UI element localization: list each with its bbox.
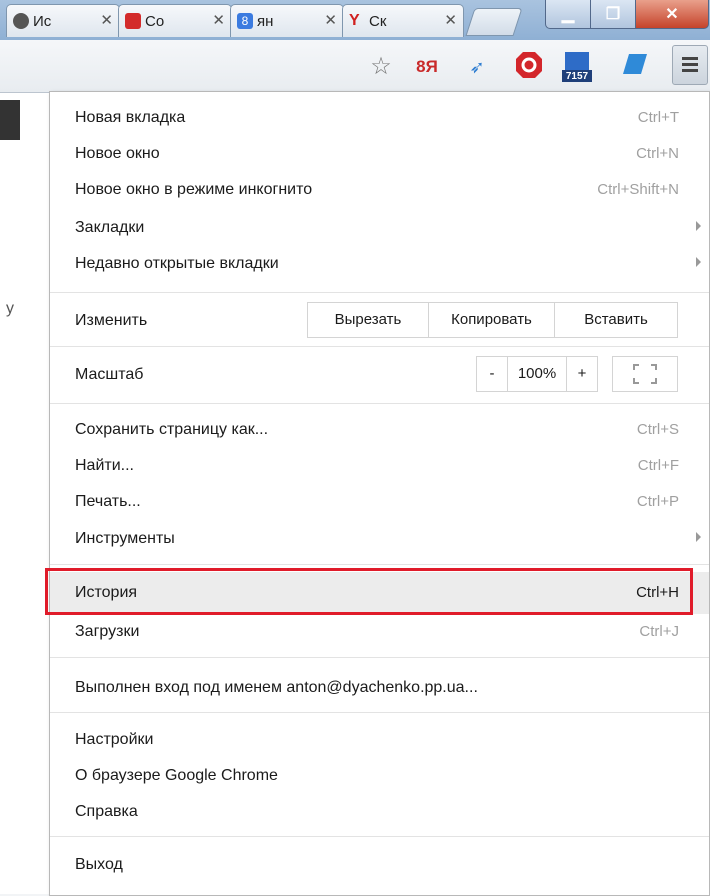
menu-item-about[interactable]: О браузере Google Chrome — [50, 758, 709, 794]
yandex-bookmarks-icon[interactable]: 8Я — [410, 50, 444, 84]
submenu-arrow-icon — [696, 221, 701, 231]
close-window-button[interactable]: ✕ — [635, 0, 709, 29]
close-icon[interactable]: ✕ — [324, 11, 337, 29]
blue-extension-icon[interactable] — [618, 50, 652, 84]
copy-button[interactable]: Копировать — [428, 302, 555, 338]
gear-tab-icon — [13, 13, 29, 29]
tab-4[interactable]: Y Ск ✕ — [342, 4, 464, 37]
close-icon[interactable]: ✕ — [100, 11, 113, 29]
fullscreen-icon — [633, 364, 657, 384]
tab-3[interactable]: 8 ян ✕ — [230, 4, 344, 37]
close-icon: ✕ — [665, 6, 679, 23]
menu-item-save-page[interactable]: Сохранить страницу как... Ctrl+S — [50, 412, 709, 448]
maximize-icon: ❐ — [605, 6, 621, 23]
menu-item-new-window[interactable]: Новое окно Ctrl+N — [50, 136, 709, 172]
menu-icon — [682, 57, 698, 60]
menu-item-bookmarks[interactable]: Закладки — [50, 210, 709, 246]
zoom-out-button[interactable]: - — [476, 356, 508, 392]
tab-1[interactable]: Ис ✕ — [6, 4, 120, 37]
new-tab-button[interactable] — [465, 8, 523, 36]
bird-icon[interactable]: ➶ — [460, 50, 494, 84]
cut-button[interactable]: Вырезать — [307, 302, 429, 338]
menu-item-print[interactable]: Печать... Ctrl+P — [50, 484, 709, 520]
car-tab-icon — [125, 13, 141, 29]
menu-separator — [50, 712, 709, 713]
menu-item-exit[interactable]: Выход — [50, 847, 709, 883]
menu-separator — [50, 403, 709, 404]
zoom-level: 100% — [507, 356, 567, 392]
extension-badge: 7157 — [565, 71, 589, 82]
chrome-menu-button[interactable] — [672, 45, 708, 85]
maximize-button[interactable]: ❐ — [590, 0, 636, 29]
close-icon[interactable]: ✕ — [212, 11, 225, 29]
menu-item-incognito[interactable]: Новое окно в режиме инкогнито Ctrl+Shift… — [50, 172, 709, 208]
tab-label: Ис — [33, 13, 52, 30]
tab-label: Со — [145, 13, 165, 30]
menu-item-find[interactable]: Найти... Ctrl+F — [50, 448, 709, 484]
minimize-icon: ▁ — [561, 6, 575, 23]
tab-2[interactable]: Со ✕ — [118, 4, 232, 37]
page-text-fragment: у — [6, 300, 14, 317]
submenu-arrow-icon — [696, 257, 701, 267]
menu-item-recent-tabs[interactable]: Недавно открытые вкладки — [50, 246, 709, 282]
menu-item-zoom: Масштаб — [75, 366, 144, 383]
menu-item-signed-in[interactable]: Выполнен вход под именем anton@dyachenko… — [50, 670, 709, 706]
menu-item-settings[interactable]: Настройки — [50, 722, 709, 758]
paste-button[interactable]: Вставить — [554, 302, 678, 338]
menu-separator — [50, 346, 709, 347]
submenu-arrow-icon — [696, 532, 701, 542]
tab-label: Ск — [369, 13, 387, 30]
tab-label: ян — [257, 13, 274, 30]
menu-separator — [50, 564, 709, 565]
adblock-icon[interactable] — [512, 50, 546, 84]
star-icon[interactable]: ☆ — [364, 50, 398, 84]
extension-icon[interactable]: 7157 — [560, 50, 594, 84]
menu-item-help[interactable]: Справка — [50, 794, 709, 830]
menu-separator — [50, 836, 709, 837]
menu-separator — [50, 292, 709, 293]
menu-separator — [50, 657, 709, 658]
zoom-in-button[interactable]: + — [566, 356, 598, 392]
menu-item-downloads[interactable]: Загрузки Ctrl+J — [50, 614, 709, 650]
chrome-menu: Новая вкладка Ctrl+T Новое окно Ctrl+N Н… — [49, 91, 710, 896]
toolbar — [0, 40, 710, 93]
vk-tab-icon: 8 — [237, 13, 253, 29]
page-background — [0, 93, 50, 894]
history-highlight-frame — [45, 568, 693, 615]
minimize-button[interactable]: ▁ — [545, 0, 591, 29]
fullscreen-button[interactable] — [612, 356, 678, 392]
page-header-strip — [0, 100, 20, 140]
yandex-tab-icon: Y — [349, 12, 360, 29]
menu-item-tools[interactable]: Инструменты — [50, 521, 709, 557]
close-icon[interactable]: ✕ — [444, 11, 457, 29]
menu-item-new-tab[interactable]: Новая вкладка Ctrl+T — [50, 100, 709, 136]
